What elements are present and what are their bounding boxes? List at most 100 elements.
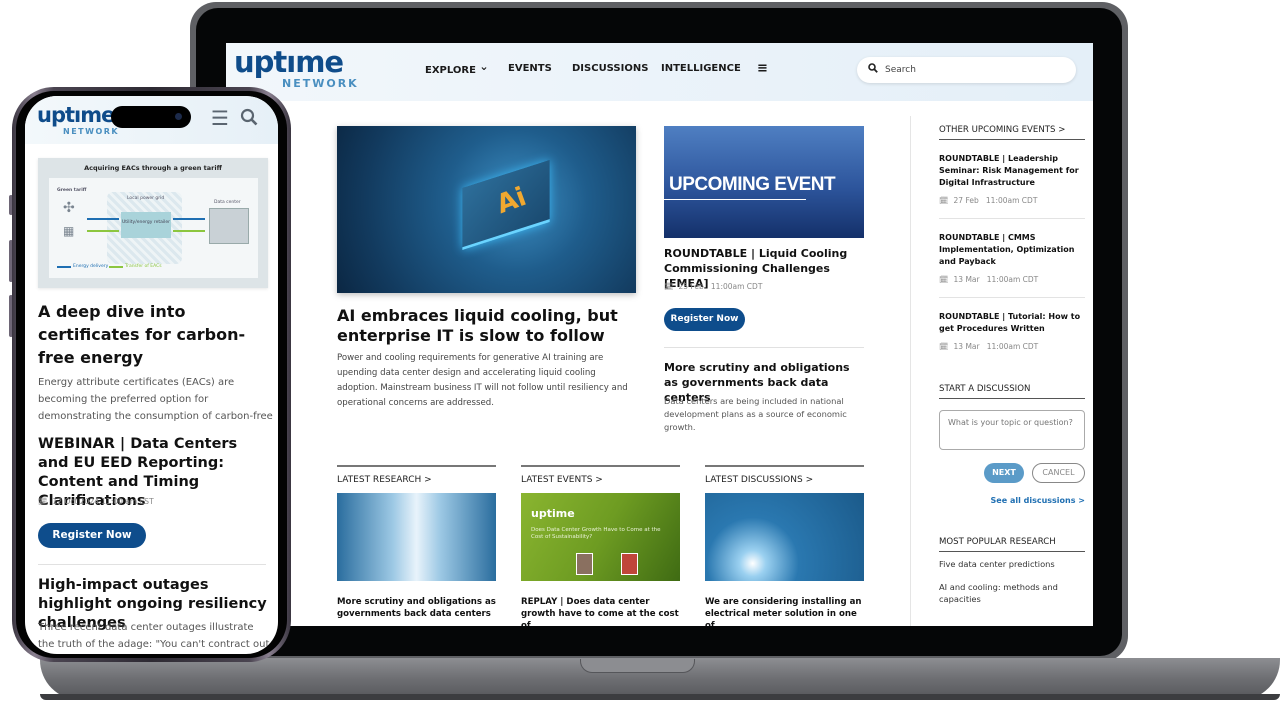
hamburger-menu-icon[interactable]: ☰ <box>211 108 229 128</box>
discussions-image[interactable] <box>705 493 864 581</box>
featured-event-image[interactable]: UPCOMING EVENT <box>664 126 864 238</box>
eac-arrow <box>173 230 205 232</box>
energy-arrow <box>173 218 205 220</box>
research-title[interactable]: More scrutiny and obligations as governm… <box>337 596 496 620</box>
research-image[interactable] <box>337 493 496 581</box>
register-now-button[interactable]: Register Now <box>664 308 745 331</box>
sidebar-event-title[interactable]: ROUNDTABLE | CMMS Implementation, Optimi… <box>939 232 1085 268</box>
mobile-logo-sub: NETWORK <box>63 127 120 136</box>
desktop-screen: uptıme NETWORK EXPLORE ⌄ EVENTS DISCUSSI… <box>226 43 1093 626</box>
divider <box>38 564 266 565</box>
mobile-logo[interactable]: uptıme <box>37 104 115 126</box>
hero-image[interactable]: Ai <box>337 126 636 293</box>
nav-intelligence[interactable]: INTELLIGENCE <box>661 63 757 78</box>
event-time: 11:00am CDT <box>710 282 763 291</box>
banner-underline <box>664 199 806 200</box>
data-center-rack-graphic <box>209 208 249 244</box>
legend-energy-line <box>57 266 71 268</box>
events-image[interactable]: uptime Does Data Center Growth Have to C… <box>521 493 680 581</box>
laptop-opening-notch <box>580 659 695 673</box>
search-input[interactable]: Search <box>857 57 1076 83</box>
sidebar-event-meta: 🗓 27 Feb 11:00am CDT <box>939 196 1037 205</box>
search-icon <box>868 63 878 76</box>
discussion-topic-input[interactable] <box>939 410 1085 450</box>
search-icon[interactable] <box>240 108 258 131</box>
eac-diagram-image[interactable]: Acquiring EACs through a green tariff Gr… <box>38 158 268 288</box>
mobile-article-title[interactable]: A deep dive into certificates for carbon… <box>38 300 268 369</box>
divider <box>939 297 1085 298</box>
legend-eac-line <box>109 266 123 268</box>
mobile-article2-description: Three recent data center outages illustr… <box>38 622 270 650</box>
calendar-icon: 🗓 <box>38 497 48 506</box>
event-time: 11:00am CDT <box>986 275 1039 284</box>
upcoming-event-banner-text: UPCOMING EVENT <box>669 174 836 195</box>
mobile-webinar-meta: 🗓 12 Oct 2024 11:00 am EST <box>38 497 154 506</box>
secondary-story-description: Data centers are being included in natio… <box>664 396 847 432</box>
sidebar-event-meta: 🗓 13 Mar 11:00am CDT <box>939 342 1038 351</box>
popular-research-item[interactable]: Five data center predictions <box>939 558 1085 570</box>
mobile-screen: uptıme NETWORK ☰ Acquiring EACs through … <box>25 96 278 654</box>
nav-discussions[interactable]: DISCUSSIONS <box>572 63 661 78</box>
event-date: 13 Mar <box>953 275 980 284</box>
site-logo[interactable]: uptıme <box>234 47 344 77</box>
start-discussion-heading: START A DISCUSSION <box>939 384 1085 399</box>
most-popular-research-heading: MOST POPULAR RESEARCH <box>939 537 1085 552</box>
sidebar-event-title[interactable]: ROUNDTABLE | Leadership Seminar: Risk Ma… <box>939 153 1085 189</box>
latest-events-heading[interactable]: LATEST EVENTS > <box>521 465 680 485</box>
search-placeholder: Search <box>885 65 916 75</box>
local-power-grid-label: Local power grid <box>127 196 165 201</box>
event-time: 11:00am CDT <box>986 342 1039 351</box>
legend-eac-label: Transfer of EACs <box>125 264 162 269</box>
green-tariff-label: Green tariff <box>57 188 87 193</box>
events-image-text: Does Data Center Growth Have to Come at … <box>531 527 661 540</box>
speaker-photo <box>621 553 638 575</box>
mobile-article-description: Energy attribute certificates (EACs) are… <box>38 377 273 422</box>
hero-title[interactable]: AI embraces liquid cooling, but enterpri… <box>337 306 637 346</box>
calendar-icon: 🗓 <box>939 196 949 205</box>
utility-retailer-box: Utility/energy retailer <box>121 212 171 238</box>
nav-explore[interactable]: EXPLORE ⌄ <box>425 60 508 78</box>
mobile-register-now-button[interactable]: Register Now <box>38 523 146 548</box>
popular-research-item[interactable]: AI and cooling: methods and capacities <box>939 581 1085 605</box>
eac-arrow <box>87 230 119 232</box>
legend-energy-label: Energy delivery <box>73 264 109 269</box>
latest-research-heading[interactable]: LATEST RESEARCH > <box>337 465 496 485</box>
nav-explore-label: EXPLORE <box>425 65 476 76</box>
nav-events[interactable]: EVENTS <box>508 63 572 78</box>
site-header: uptıme NETWORK EXPLORE ⌄ EVENTS DISCUSSI… <box>226 43 1093 101</box>
webinar-datetime: 12 Oct 2024 11:00 am EST <box>52 497 154 506</box>
hero-description: Power and cooling requirements for gener… <box>337 353 628 408</box>
camera-icon <box>175 113 182 120</box>
events-title[interactable]: REPLAY | Does data center growth have to… <box>521 596 680 626</box>
discussions-title[interactable]: We are considering installing an electri… <box>705 596 864 626</box>
divider <box>664 347 864 348</box>
diagram-caption: Acquiring EACs through a green tariff <box>84 164 222 172</box>
calendar-icon: 🗓 <box>939 342 949 351</box>
events-image-logo: uptime <box>531 507 575 520</box>
solar-panel-icon: ▦ <box>63 224 75 238</box>
dynamic-island <box>111 106 191 128</box>
event-date: 27 Feb <box>953 196 979 205</box>
hamburger-menu-icon[interactable]: ≡ <box>757 61 768 76</box>
sidebar-event-title[interactable]: ROUNDTABLE | Tutorial: How to get Proced… <box>939 311 1085 335</box>
sidebar-event-meta: 🗓 13 Mar 11:00am CDT <box>939 275 1038 284</box>
event-date: 13 Mar <box>953 342 980 351</box>
wind-turbine-icon: ✣ <box>63 200 75 216</box>
event-time: 11:00am CDT <box>985 196 1038 205</box>
sidebar-divider <box>910 116 911 626</box>
see-all-discussions-link[interactable]: See all discussions > <box>939 496 1085 505</box>
cancel-button[interactable]: CANCEL <box>1032 463 1085 483</box>
diagram-body: Green tariff ✣ ▦ Local power grid Utilit… <box>49 178 258 278</box>
calendar-icon: 🗓 <box>664 282 674 291</box>
chevron-down-icon: ⌄ <box>479 60 489 73</box>
main-nav: EXPLORE ⌄ EVENTS DISCUSSIONS INTELLIGENC… <box>425 60 768 78</box>
energy-arrow <box>87 218 119 220</box>
latest-discussions-heading[interactable]: LATEST DISCUSSIONS > <box>705 465 864 485</box>
site-logo-sub: NETWORK <box>282 77 359 90</box>
featured-event-meta: 🗓 25 Feb 11:00am CDT <box>664 282 762 291</box>
other-upcoming-events-heading[interactable]: OTHER UPCOMING EVENTS > <box>939 125 1085 140</box>
divider <box>939 218 1085 219</box>
next-button[interactable]: NEXT <box>984 463 1024 483</box>
speaker-photo <box>576 553 593 575</box>
event-date: 25 Feb <box>678 282 704 291</box>
